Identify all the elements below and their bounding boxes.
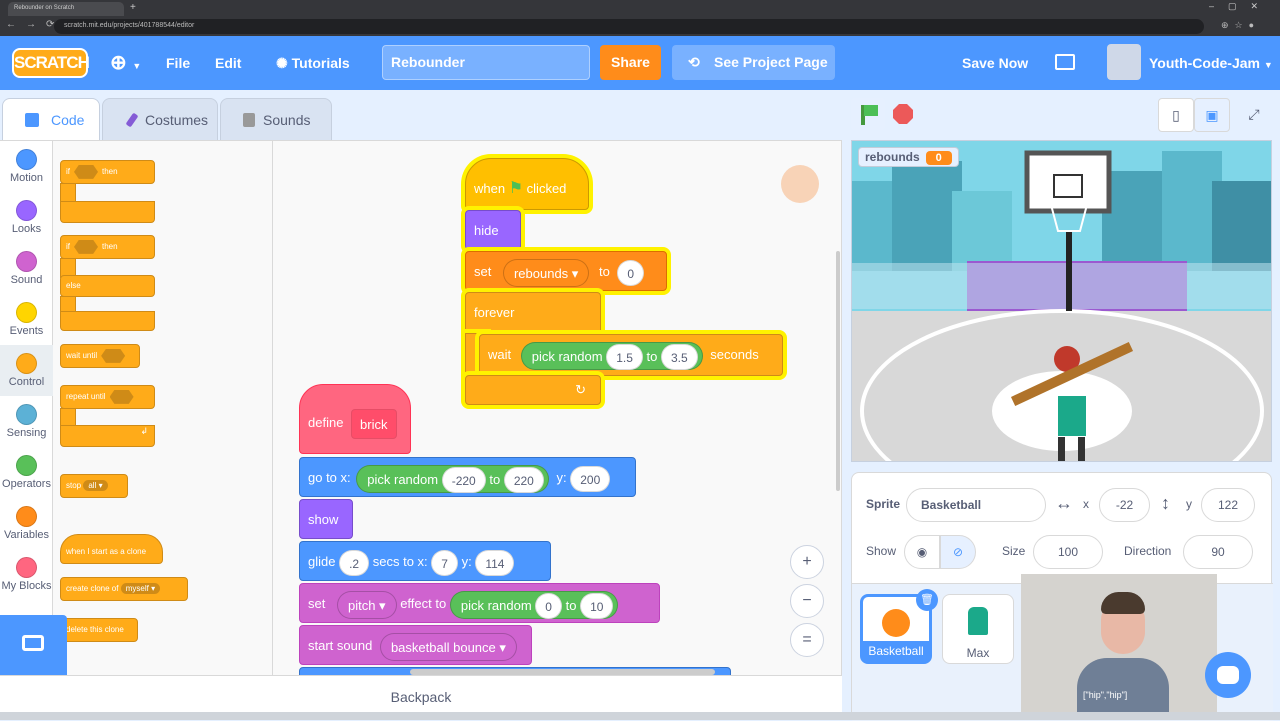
cat-icon: [1217, 666, 1239, 684]
random-max-input[interactable]: 3.5: [660, 344, 698, 371]
remix-icon: ⟲: [688, 54, 700, 70]
block-show[interactable]: show: [299, 499, 353, 539]
see-project-label: See Project Page: [714, 54, 828, 70]
project-title-input[interactable]: Rebounder: [382, 45, 590, 80]
palette-create-clone[interactable]: create clone of myself ▾: [60, 577, 188, 601]
palette-when-clone[interactable]: when I start as a clone: [60, 534, 163, 564]
share-button[interactable]: Share: [600, 45, 661, 80]
block-hide[interactable]: hide: [465, 210, 521, 250]
forever-end: ↻: [465, 375, 601, 405]
stage-backdrop: [852, 141, 1271, 461]
zoom-in-button[interactable]: +: [790, 545, 824, 579]
script-area[interactable]: when ⚑ clicked hide set rebounds ▾ to 0 …: [273, 140, 842, 675]
block-set-effect[interactable]: set pitch ▾ effect to pick random 0 to 1…: [299, 583, 660, 623]
avatar[interactable]: [1107, 44, 1141, 80]
y-arrow-icon: ↕: [1161, 493, 1170, 513]
folder-icon[interactable]: [1055, 54, 1075, 70]
edit-menu[interactable]: Edit: [215, 36, 241, 90]
zoom-reset-button[interactable]: =: [790, 623, 824, 657]
globe-icon[interactable]: ⊕ ▼: [110, 36, 141, 90]
stop-button[interactable]: [893, 104, 913, 124]
extension-icon: [22, 635, 44, 651]
block-define[interactable]: define brick: [299, 384, 411, 454]
delete-sprite-icon[interactable]: 🗑: [916, 589, 938, 611]
max-sprite-icon: [968, 607, 988, 635]
hide-button[interactable]: ⊘: [940, 535, 976, 569]
set-value-input[interactable]: 0: [617, 259, 645, 286]
new-tab-icon[interactable]: +: [130, 2, 136, 13]
block-palette: if then if then else wait until repeat unt…: [53, 140, 273, 675]
browser-tab[interactable]: Rebounder on Scratch: [8, 2, 124, 16]
category-motion[interactable]: Motion: [0, 141, 53, 192]
category-control[interactable]: Control: [0, 345, 53, 396]
palette-if-then[interactable]: if then: [60, 160, 155, 184]
sprite-name-input[interactable]: Basketball: [906, 488, 1046, 522]
block-wait[interactable]: wait pick random 1.5 to 3.5 seconds: [479, 334, 783, 376]
sprite-ghost-basketball: [781, 165, 819, 203]
add-extension-button[interactable]: [0, 615, 67, 675]
lightbulb-icon: ✺: [276, 55, 288, 71]
speaker-icon: [243, 113, 255, 127]
bottom-bar: [0, 712, 1280, 720]
random-min-input[interactable]: 1.5: [606, 344, 643, 371]
menu-bar: SCRATCH ⊕ ▼ File Edit ✺ Tutorials Reboun…: [0, 36, 1280, 90]
category-events[interactable]: Events: [0, 294, 53, 345]
extension-icons[interactable]: ⊕☆●: [1221, 20, 1260, 31]
tab-code[interactable]: Code: [2, 98, 100, 140]
category-sensing[interactable]: Sensing: [0, 396, 53, 447]
file-menu[interactable]: File: [166, 36, 190, 90]
category-operators[interactable]: Operators: [0, 447, 53, 498]
small-stage-button[interactable]: ▯: [1158, 98, 1194, 132]
palette-delete-clone[interactable]: delete this clone: [60, 618, 138, 642]
sprite-thumb-max[interactable]: Max: [942, 594, 1014, 664]
vertical-scrollbar[interactable]: [836, 251, 840, 491]
palette-stop[interactable]: stop all ▾: [60, 474, 128, 498]
direction-input[interactable]: 90: [1183, 535, 1253, 569]
webcam-overlay: ["hip","hip"]: [1021, 574, 1217, 720]
zoom-out-button[interactable]: −: [790, 584, 824, 618]
editor-tabs: Code Costumes Sounds: [0, 90, 845, 140]
block-go-to-xy[interactable]: go to x: pick random -220 to 220 y: 200: [299, 457, 636, 497]
green-flag-icon: ⚑: [508, 180, 524, 197]
normal-stage-button[interactable]: ▣: [1194, 98, 1230, 132]
palette-if-else[interactable]: if then: [60, 235, 155, 259]
basketball-icon: [882, 609, 910, 637]
show-visible-button[interactable]: ◉: [904, 535, 940, 569]
block-start-sound[interactable]: start sound basketball bounce ▾: [299, 625, 532, 665]
block-when-flag-clicked[interactable]: when ⚑ clicked: [465, 158, 589, 210]
tab-sounds[interactable]: Sounds: [220, 98, 332, 140]
palette-wait-until[interactable]: wait until: [60, 344, 140, 368]
block-set-variable[interactable]: set rebounds ▾ to 0: [465, 251, 667, 291]
fullscreen-button[interactable]: ⤢: [1236, 98, 1272, 132]
category-sound[interactable]: Sound: [0, 243, 53, 294]
see-project-page-button[interactable]: ⟲ See Project Page: [672, 45, 835, 80]
category-bar: Motion Looks Sound Events Control Sensin…: [0, 140, 53, 675]
size-input[interactable]: 100: [1033, 535, 1103, 569]
tutorials-button[interactable]: ✺ Tutorials: [276, 36, 350, 90]
username: Youth-Code-Jam: [1149, 55, 1260, 71]
category-my-blocks[interactable]: My Blocks: [0, 549, 53, 600]
x-arrow-icon: ↔: [1055, 493, 1073, 513]
y-input[interactable]: 122: [1201, 488, 1255, 522]
save-now-button[interactable]: Save Now: [962, 36, 1028, 90]
add-sprite-button[interactable]: [1205, 652, 1251, 698]
tab-costumes[interactable]: Costumes: [102, 98, 218, 140]
category-variables[interactable]: Variables: [0, 498, 53, 549]
code-icon: [25, 113, 39, 127]
scratch-logo[interactable]: SCRATCH: [12, 48, 90, 78]
brush-icon: [125, 112, 139, 128]
block-glide[interactable]: glide .2 secs to x: 7 y: 114: [299, 541, 551, 581]
x-input[interactable]: -22: [1099, 488, 1150, 522]
window-controls[interactable]: –▢✕: [1209, 1, 1272, 12]
browser-chrome: Rebounder on Scratch + –▢✕ ←→⟳ scratch.m…: [0, 0, 1280, 36]
category-looks[interactable]: Looks: [0, 192, 53, 243]
url-bar[interactable]: scratch.mit.edu/projects/401788544/edito…: [54, 19, 1204, 34]
block-forever[interactable]: forever: [465, 292, 601, 334]
green-flag-button[interactable]: [851, 98, 885, 130]
variable-monitor[interactable]: rebounds 0: [858, 147, 959, 167]
tutorials-label: Tutorials: [291, 55, 350, 71]
palette-repeat-until[interactable]: repeat until: [60, 385, 155, 409]
stage[interactable]: rebounds 0: [851, 140, 1272, 462]
user-menu[interactable]: Youth-Code-Jam ▼: [1149, 36, 1273, 90]
